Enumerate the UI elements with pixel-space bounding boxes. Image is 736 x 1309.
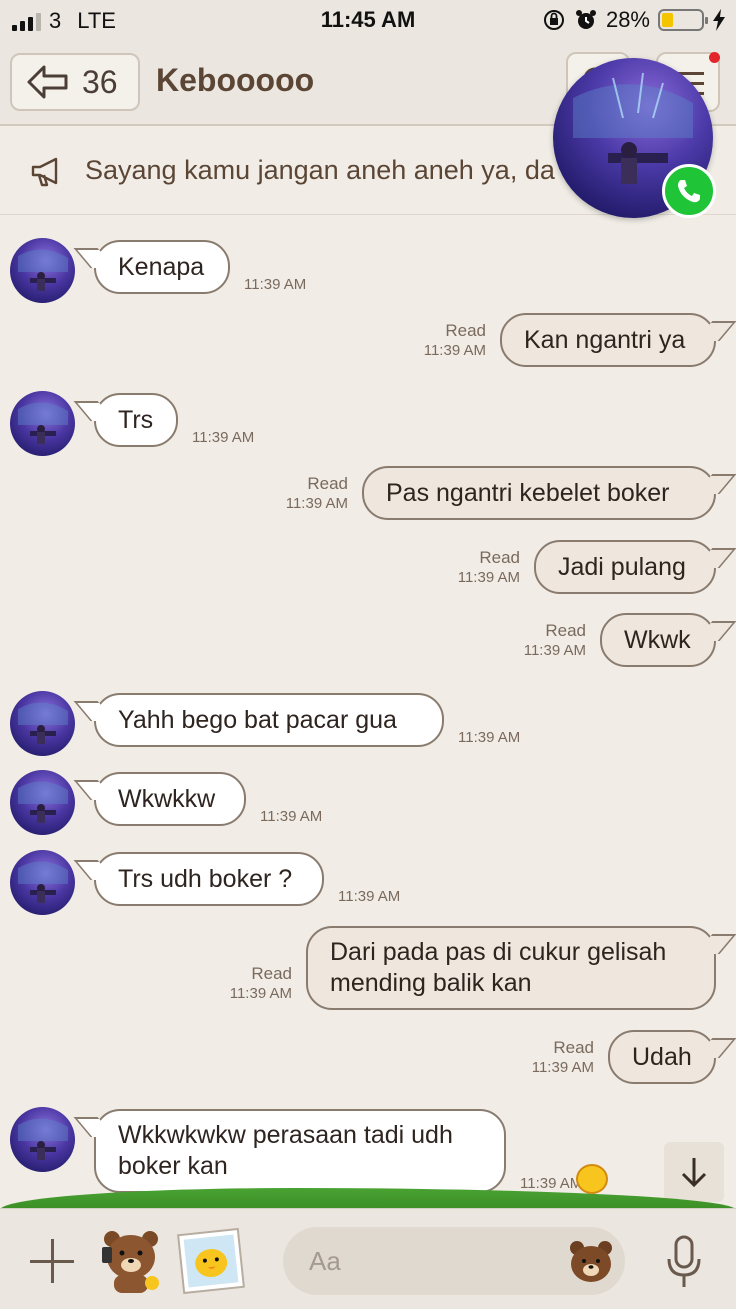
message-text: Dari pada pas di cukur gelisah mending ba… xyxy=(330,937,666,999)
message-text: Jadi pulang xyxy=(558,552,686,581)
message-timestamp: 11:39 AM xyxy=(457,569,520,586)
orientation-lock-icon xyxy=(543,10,564,30)
message-timestamp: 11:39 AM xyxy=(523,642,586,659)
avatar[interactable] xyxy=(10,691,75,756)
incoming-message-bubble[interactable]: Kenapa xyxy=(94,240,230,294)
message-meta: Read 11:39 AM xyxy=(524,621,586,661)
battery-percent: 28% xyxy=(605,7,650,32)
call-button[interactable] xyxy=(662,164,716,218)
read-receipt: Read xyxy=(445,321,486,340)
message-timestamp: 11:39 AM xyxy=(192,429,255,446)
outgoing-message-bubble[interactable]: Wkwk xyxy=(600,613,716,667)
announcement-text: Sayang kamu jangan aneh aneh ya, da xyxy=(85,155,555,185)
phone-icon xyxy=(678,180,700,203)
message-timestamp: 11:39 AM xyxy=(458,729,521,746)
message-text: Udah xyxy=(632,1042,692,1071)
arrow-down-icon xyxy=(681,1158,707,1188)
message-text: Trs udh boker ? xyxy=(118,864,293,893)
message-meta: Read 11:39 AM xyxy=(286,474,348,514)
message-text: Kenapa xyxy=(118,252,205,281)
avatar[interactable] xyxy=(10,770,75,835)
outgoing-message-bubble[interactable]: Pas ngantri kebelet boker xyxy=(362,466,716,520)
battery-fill xyxy=(662,13,673,27)
status-bar: 3 LTE 11:45 AM 28% xyxy=(0,0,736,40)
read-receipt: Read xyxy=(553,1038,594,1057)
back-button[interactable]: 36 xyxy=(10,53,140,111)
back-arrow-icon xyxy=(27,65,68,99)
incoming-message-bubble[interactable]: Wkwkkw xyxy=(94,772,246,826)
message-timestamp: 11:39 AM xyxy=(260,808,323,825)
message-meta: Read 11:39 AM xyxy=(458,548,520,588)
status-right: 28% xyxy=(542,7,726,33)
message-text-line: Dari pada pas di cukur gelisah xyxy=(330,938,667,966)
battery-icon xyxy=(658,9,708,31)
message-text: Wkwkkw xyxy=(118,784,216,813)
message-text: Wkwk xyxy=(624,625,691,654)
incoming-message-bubble[interactable]: Yahh bego bat pacar gua xyxy=(94,693,444,747)
message-text: Kan ngantri ya xyxy=(524,325,686,354)
brown-bear-sticker-icon[interactable] xyxy=(98,1227,164,1293)
plus-icon[interactable] xyxy=(30,1239,74,1283)
message-text-line: boker kan xyxy=(118,1152,228,1180)
incoming-message-bubble[interactable]: Wkkwkwkw perasaan tadi udh boker kan xyxy=(94,1109,506,1193)
outgoing-message-bubble[interactable]: Dari pada pas di cukur gelisah mending ba… xyxy=(306,926,716,1010)
chick-decoration xyxy=(576,1164,608,1194)
message-timestamp: 11:39 AM xyxy=(229,985,292,1002)
message-timestamp: 11:39 AM xyxy=(285,495,348,512)
outgoing-message-bubble[interactable]: Kan ngantri ya xyxy=(500,313,716,367)
brown-bear-emoji-icon[interactable] xyxy=(568,1239,614,1283)
avatar[interactable] xyxy=(10,238,75,303)
read-receipt: Read xyxy=(545,621,586,640)
incoming-message-bubble[interactable]: Trs udh boker ? xyxy=(94,852,324,906)
read-receipt: Read xyxy=(251,964,292,983)
message-timestamp: 11:39 AM xyxy=(244,276,307,293)
message-text-line: Wkkwkwkw perasaan tadi udh xyxy=(118,1121,453,1149)
input-bar xyxy=(0,1208,736,1309)
message-text: Yahh bego bat pacar gua xyxy=(118,705,397,734)
message-meta: Read 11:39 AM xyxy=(532,1038,594,1078)
avatar[interactable] xyxy=(10,391,75,456)
avatar[interactable] xyxy=(10,850,75,915)
sally-chick-sticker-icon[interactable] xyxy=(177,1227,245,1295)
outgoing-message-bubble[interactable]: Udah xyxy=(608,1030,716,1084)
avatar[interactable] xyxy=(10,1107,75,1172)
message-meta: Read 11:39 AM xyxy=(230,964,292,1004)
message-timestamp: 11:39 AM xyxy=(531,1059,594,1076)
message-timestamp: 11:39 AM xyxy=(520,1175,583,1192)
outgoing-message-bubble[interactable]: Jadi pulang xyxy=(534,540,716,594)
notification-dot xyxy=(709,52,720,63)
message-timestamp: 11:39 AM xyxy=(338,888,401,905)
message-text: Trs xyxy=(118,405,154,434)
read-receipt: Read xyxy=(307,474,348,493)
chat-title[interactable]: Kebooooo xyxy=(156,62,314,99)
scroll-to-bottom-button[interactable] xyxy=(664,1142,724,1202)
alarm-icon xyxy=(575,10,596,29)
unread-count: 36 xyxy=(82,63,118,100)
read-receipt: Read xyxy=(479,548,520,567)
microphone-icon[interactable] xyxy=(664,1235,704,1289)
message-meta: Read 11:39 AM xyxy=(424,321,486,361)
message-text: Wkkwkwkw perasaan tadi udh boker kan xyxy=(118,1120,453,1182)
message-timestamp: 11:39 AM xyxy=(423,342,486,359)
incoming-message-bubble[interactable]: Trs xyxy=(94,393,178,447)
message-text-line: mending balik kan xyxy=(330,969,532,997)
charging-bolt-icon xyxy=(713,9,725,31)
message-text: Pas ngantri kebelet boker xyxy=(386,478,670,507)
megaphone-icon xyxy=(31,157,58,187)
